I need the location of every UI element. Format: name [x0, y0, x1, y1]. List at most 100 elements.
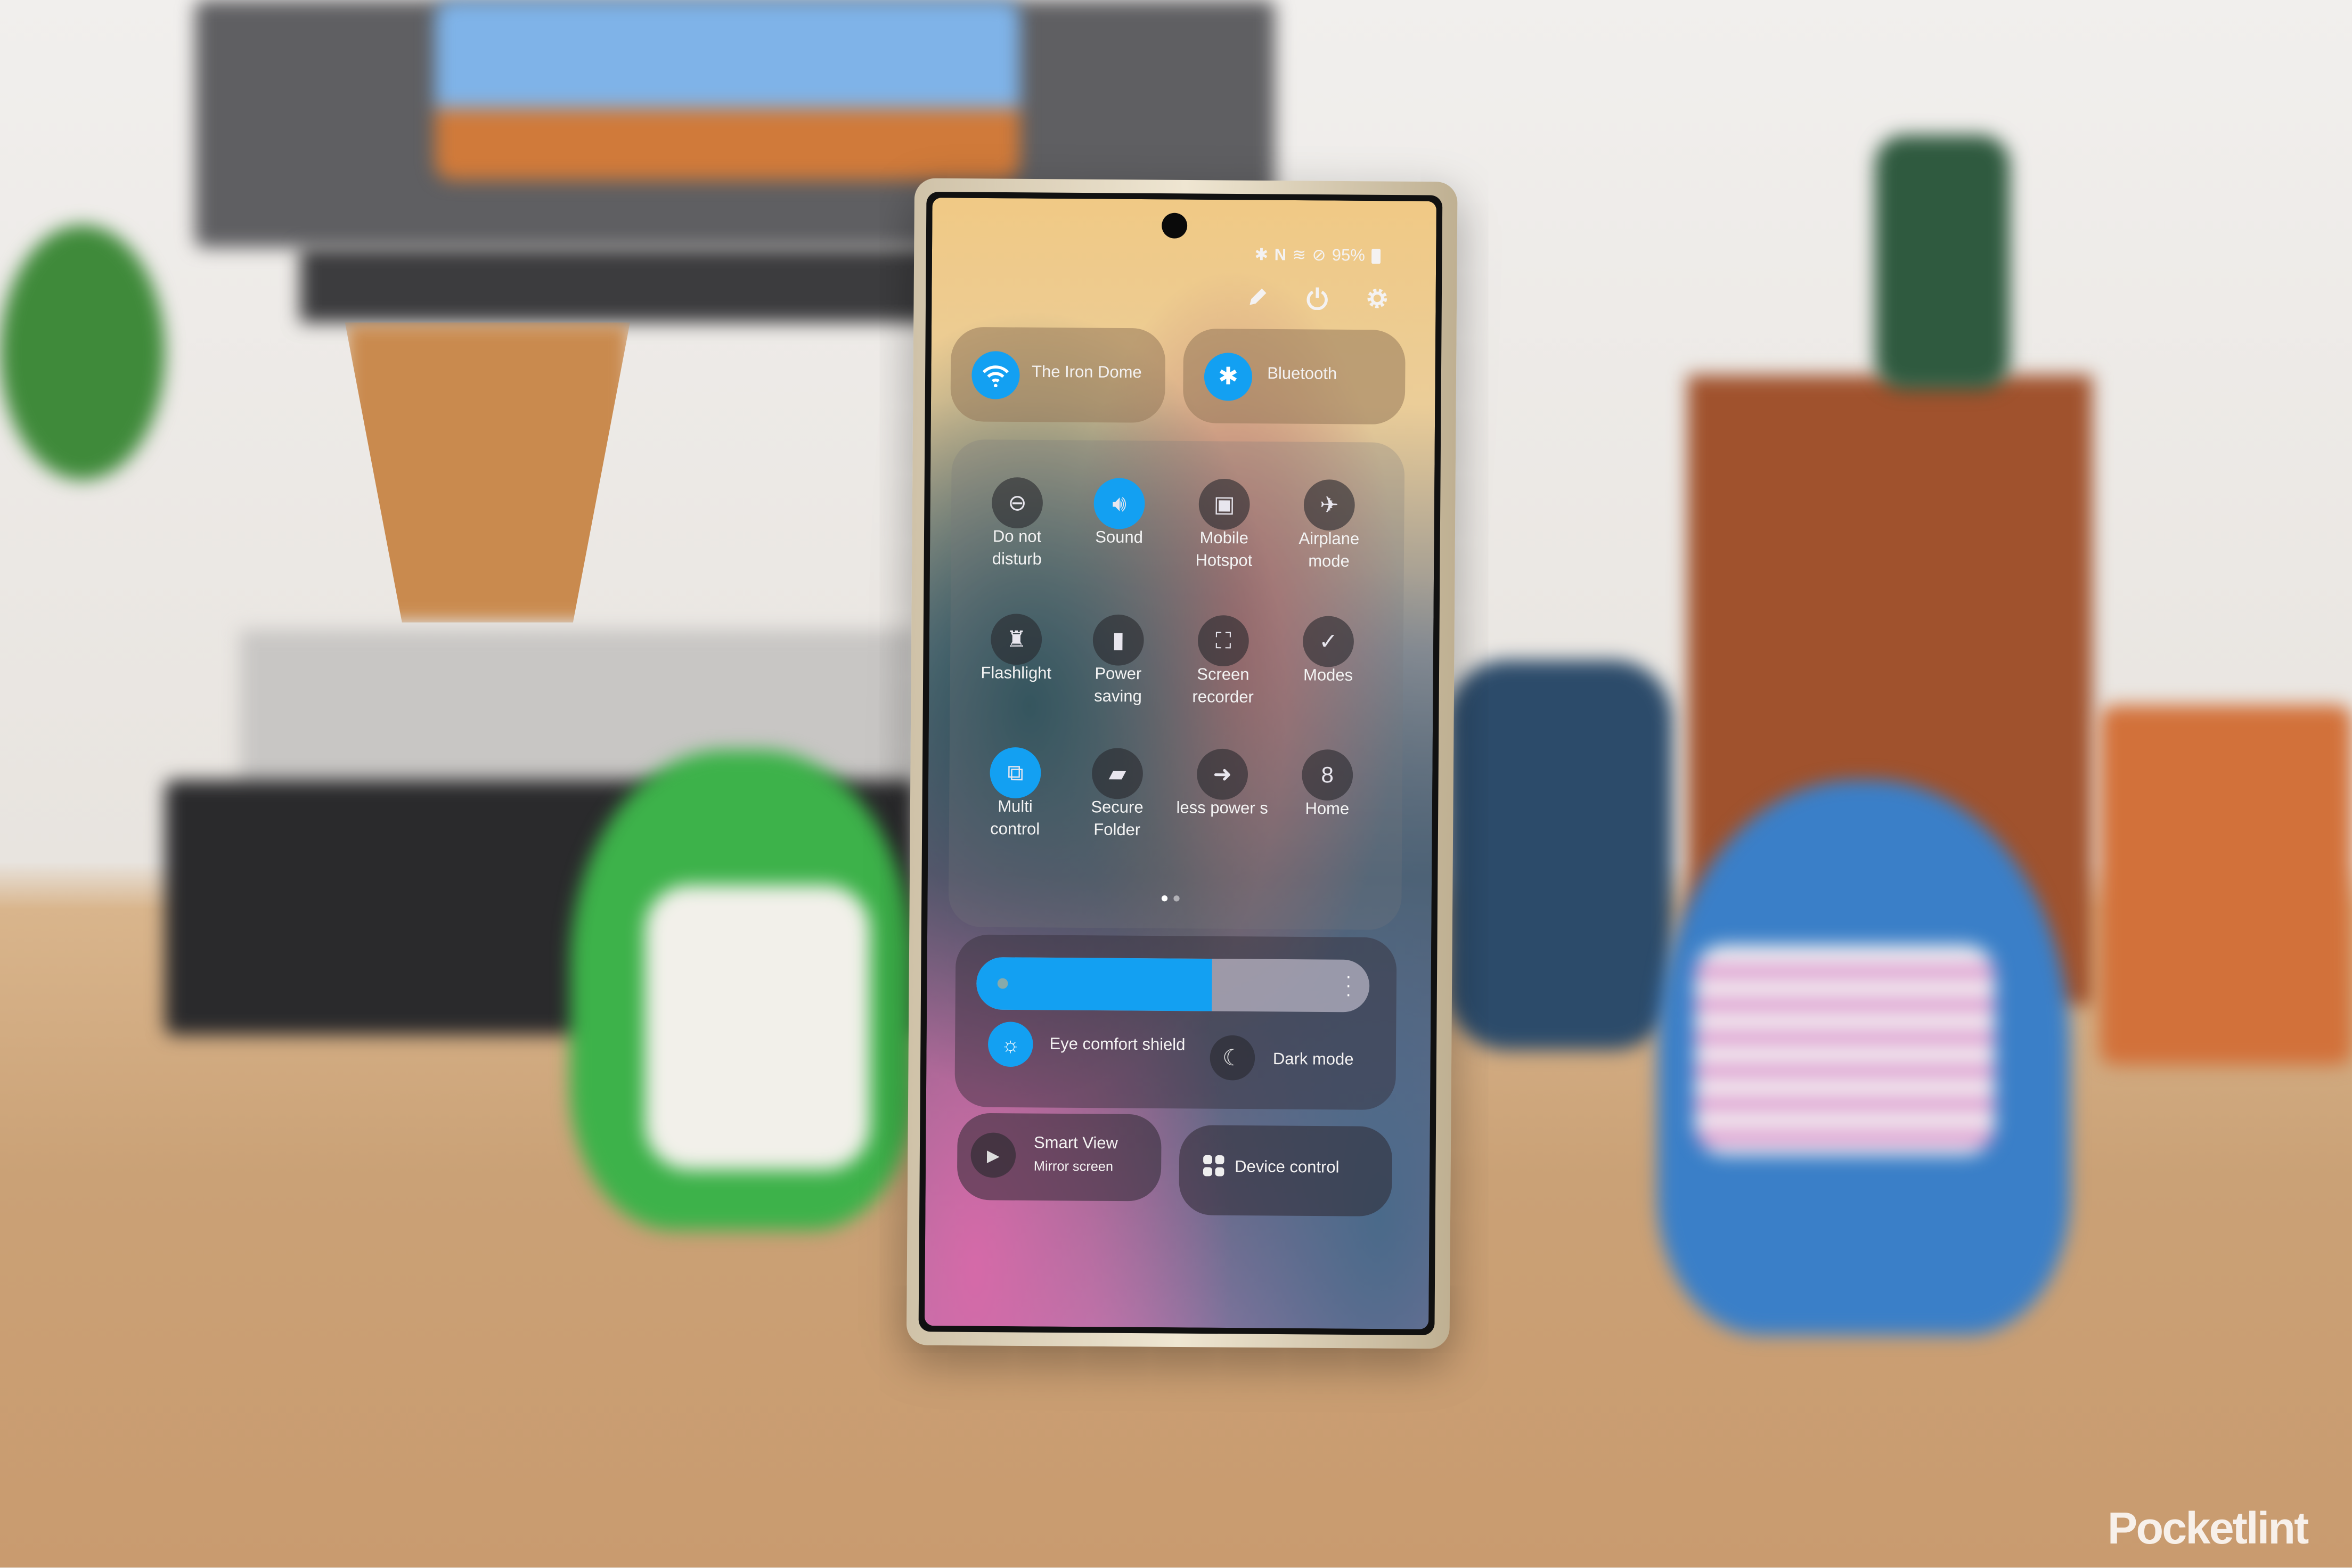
label-line-1: Do not	[992, 528, 1042, 547]
quick-tile-secure-folder[interactable]: ▰ Secure Folder	[952, 439, 1405, 840]
label-line-1: Secure	[1091, 798, 1144, 818]
pocketlint-watermark: Pocketlint	[2107, 1504, 2309, 1554]
status-bar: ✱ N ≋ ⊘ 95%	[1254, 245, 1381, 265]
quick-tile-sound[interactable]: 🔊︎ Sound	[952, 439, 1405, 547]
quick-settings-panel: ✱ N ≋ ⊘ 95% The Iron Dome ✱ Bluetooth ⊖ …	[924, 198, 1436, 1329]
label-line-2: Folder	[1093, 821, 1141, 840]
modes-check-icon: ✓	[1302, 616, 1354, 667]
quick-tile-label: Home	[1267, 798, 1387, 822]
tv-screen	[435, 0, 1020, 180]
brightness-slider[interactable]: · · ·	[976, 957, 1370, 1012]
device-control-tile[interactable]: Device control	[1179, 1125, 1393, 1216]
wooden-legs	[345, 322, 630, 623]
do-not-disturb-icon: ⊘	[1312, 247, 1326, 265]
wifi-icon	[971, 351, 1020, 399]
power-button[interactable]	[1305, 286, 1329, 311]
label-line-2: recorder	[1192, 688, 1254, 707]
front-camera	[1162, 213, 1188, 239]
speaker-icon: 🔊︎	[1093, 478, 1145, 529]
wifi-tile[interactable]: The Iron Dome	[950, 326, 1166, 423]
smart-view-subtitle: Mirror screen	[1033, 1158, 1114, 1174]
quick-tile-modes[interactable]: ✓ Modes	[952, 439, 1405, 685]
power-icon	[1306, 287, 1328, 311]
page-indicator	[1161, 895, 1180, 902]
quick-tile-screen-recorder[interactable]: ⛶ Screen recorder	[952, 439, 1405, 707]
screen-record-icon: ⛶	[1197, 615, 1250, 667]
quick-tile-label: Airplane mode	[1269, 528, 1389, 574]
label-line-1: Sound	[1095, 529, 1144, 548]
bluetooth-icon: ✱	[1254, 246, 1269, 265]
quick-tile-home[interactable]: 8 Home	[952, 439, 1405, 819]
quick-tile-airplane-mode[interactable]: ✈ Airplane mode	[952, 439, 1405, 571]
home-dragon-icon: 8	[1302, 749, 1353, 801]
quick-tile-do-not-disturb[interactable]: ⊖ Do not disturb	[952, 439, 1405, 569]
bluetooth-tile[interactable]: ✱ Bluetooth	[1182, 328, 1406, 425]
flashlight-icon: ♜	[991, 614, 1042, 665]
moon-icon[interactable]: ☾	[1210, 1035, 1255, 1081]
label-line-2: mode	[1308, 553, 1350, 571]
smart-view-tile[interactable]: ▶ Smart View Mirror screen	[957, 1113, 1162, 1202]
page-dot-active[interactable]	[1161, 895, 1168, 902]
quick-tile-label: Mobile Hotspot	[1164, 528, 1284, 574]
quick-tile-label: Sound	[1059, 527, 1179, 551]
label-line-2: Hotspot	[1195, 552, 1253, 571]
quick-tile-label: Screen recorder	[1163, 664, 1283, 710]
pencil-icon	[1250, 288, 1267, 305]
label-line-1: Airplane	[1298, 530, 1360, 549]
multi-control-icon: ⧉	[990, 747, 1041, 799]
quick-tile-less-power-s[interactable]: ➜ less power s	[952, 439, 1405, 818]
quick-tile-label: less power s	[1162, 798, 1283, 821]
label-line-2: saving	[1094, 688, 1142, 706]
hotspot-icon: ▣	[1198, 478, 1250, 530]
wifi-network-label: The Iron Dome	[1031, 363, 1142, 382]
quick-tile-multi-control[interactable]: ⧉ Multi control	[952, 439, 1405, 839]
quick-tile-label: Modes	[1268, 665, 1389, 689]
phone: ✱ N ≋ ⊘ 95% The Iron Dome ✱ Bluetooth ⊖ …	[906, 178, 1458, 1349]
label-line-1: Home	[1305, 800, 1350, 819]
label-line-1: Power	[1095, 665, 1142, 684]
battery-leaf-icon: ▮	[1092, 614, 1144, 666]
phone-screen: ✱ N ≋ ⊘ 95% The Iron Dome ✱ Bluetooth ⊖ …	[918, 191, 1443, 1336]
quick-tile-mobile-hotspot[interactable]: ▣ Mobile Hotspot	[952, 439, 1405, 570]
wifi-6e-icon: ≋	[1292, 247, 1306, 265]
device-control-icon	[1203, 1155, 1224, 1177]
gear-icon	[1367, 288, 1387, 308]
airplane-icon: ✈	[1303, 479, 1355, 531]
wireless-powershare-icon: ➜	[1196, 748, 1248, 800]
minus-circle-icon: ⊖	[991, 477, 1043, 529]
battery-text: 95%	[1332, 246, 1365, 265]
nfc-icon: N	[1274, 246, 1287, 264]
quick-tile-flashlight[interactable]: ♜ Flashlight	[952, 439, 1405, 683]
tiki-figure	[1447, 660, 1673, 1050]
marshmallow	[645, 885, 870, 1170]
dark-mode-label[interactable]: Dark mode	[1273, 1051, 1354, 1069]
wizard-figure	[1875, 135, 2010, 390]
quick-tile-label: Secure Folder	[1057, 797, 1177, 843]
bluetooth-icon: ✱	[1204, 353, 1253, 401]
label-line-1: less power s	[1176, 799, 1268, 819]
device-control-label: Device control	[1235, 1158, 1340, 1178]
label-line-1: Flashlight	[981, 664, 1052, 683]
quick-tile-power-saving[interactable]: ▮ Power saving	[952, 439, 1405, 706]
more-vertical-icon[interactable]: · · ·	[1345, 966, 1352, 1005]
label-line-1: Multi	[998, 798, 1033, 816]
eye-comfort-icon[interactable]: ☼	[987, 1022, 1033, 1067]
label-line-1: Mobile	[1199, 529, 1248, 548]
quick-tiles-grid: ⊖ Do not disturb 🔊︎ Sound ▣ Mobile Hotspot ✈ Airp…	[948, 439, 1405, 930]
bluetooth-label: Bluetooth	[1267, 365, 1337, 384]
edit-button[interactable]	[1245, 285, 1269, 309]
label-line-2: control	[990, 820, 1040, 839]
brightness-fill	[976, 957, 1213, 1011]
brightness-sun-icon	[997, 978, 1008, 989]
plant	[0, 225, 165, 480]
display-panel: · · · ☼ Eye comfort shield ☾ Dark mode	[954, 934, 1397, 1110]
page-dot[interactable]	[1173, 895, 1180, 902]
eye-comfort-label[interactable]: Eye comfort shield	[1049, 1035, 1185, 1055]
label-line-2: disturb	[992, 550, 1042, 569]
label-line-1: Modes	[1303, 667, 1353, 685]
brickheadz	[2100, 705, 2352, 1065]
quick-tile-label: Power saving	[1058, 664, 1178, 709]
settings-button[interactable]	[1365, 286, 1389, 310]
smart-view-title: Smart View	[1033, 1134, 1118, 1153]
photo-scene: ✱ N ≋ ⊘ 95% The Iron Dome ✱ Bluetooth ⊖ …	[0, 0, 2352, 1568]
